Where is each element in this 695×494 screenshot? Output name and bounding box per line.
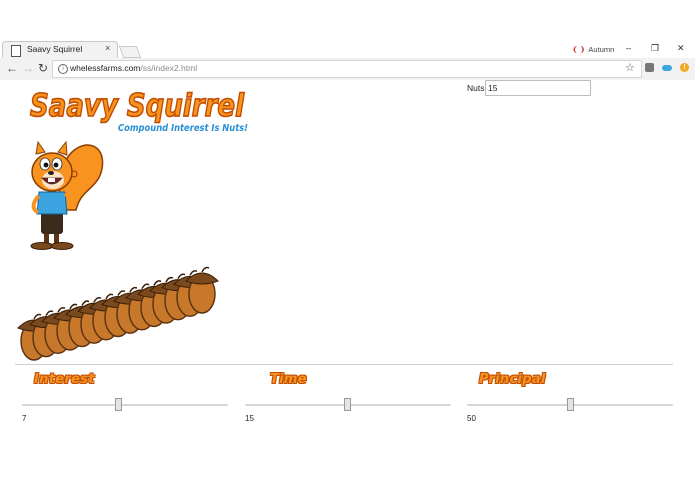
principal-title: Principal bbox=[479, 372, 546, 387]
info-icon[interactable]: i bbox=[58, 64, 68, 74]
principal-slider-thumb[interactable] bbox=[567, 398, 574, 411]
interest-slider[interactable] bbox=[22, 398, 228, 412]
time-slider-thumb[interactable] bbox=[343, 398, 351, 411]
page-icon bbox=[11, 45, 21, 57]
profile-icon: ❨❩ bbox=[572, 45, 586, 54]
time-slider[interactable] bbox=[245, 398, 451, 412]
logo: Saavy Squirrel Compound Interest Is Nuts… bbox=[29, 87, 248, 134]
nuts-label: Nuts bbox=[467, 83, 485, 93]
page-content: Saavy Squirrel Compound Interest Is Nuts… bbox=[0, 80, 695, 494]
interest-slider-thumb[interactable] bbox=[114, 398, 122, 411]
principal-value: 50 bbox=[467, 414, 476, 423]
browser-tab[interactable]: Saavy Squirrel × bbox=[2, 41, 118, 59]
url-path: /ss/index2.html bbox=[140, 63, 198, 73]
reload-icon[interactable]: ↻ bbox=[38, 61, 48, 75]
principal-slider[interactable] bbox=[467, 398, 673, 412]
address-bar[interactable]: i whelessfarms.com/ss/index2.html ☆ bbox=[52, 60, 642, 78]
nuts-input[interactable] bbox=[485, 80, 591, 96]
url-host: whelessfarms.com bbox=[70, 63, 141, 73]
time-value: 15 bbox=[245, 414, 254, 423]
browser-toolbar: ← → ↻ i whelessfarms.com/ss/index2.html … bbox=[0, 58, 695, 81]
interest-value: 7 bbox=[22, 414, 27, 423]
interest-control: Interest 7 bbox=[22, 370, 228, 423]
close-window-button[interactable]: ✕ bbox=[677, 43, 685, 54]
forward-icon[interactable]: → bbox=[22, 61, 34, 75]
back-icon[interactable]: ← bbox=[6, 61, 18, 75]
tab-close-icon[interactable]: × bbox=[105, 43, 110, 53]
profile-button[interactable]: ❨❩ Autumn bbox=[572, 45, 614, 54]
restore-button[interactable]: ❐ bbox=[651, 43, 659, 54]
alert-extension-icon[interactable]: ! bbox=[680, 63, 689, 72]
cloud-extension-icon[interactable] bbox=[662, 65, 672, 71]
browser-chrome: Saavy Squirrel × ❨❩ Autumn – ❐ ✕ ← → ↻ i … bbox=[0, 0, 695, 81]
logo-title: Saavy Squirrel bbox=[30, 88, 244, 124]
tab-strip: Saavy Squirrel × ❨❩ Autumn – ❐ ✕ bbox=[0, 0, 695, 59]
extension-icon[interactable] bbox=[645, 63, 654, 72]
minimize-button[interactable]: – bbox=[626, 43, 631, 53]
logo-subtitle: Compound Interest Is Nuts! bbox=[118, 123, 248, 134]
time-title: Time bbox=[270, 372, 307, 387]
principal-control: Principal 50 bbox=[467, 370, 673, 423]
interest-slider-track[interactable] bbox=[22, 404, 228, 406]
time-control: Time 15 bbox=[245, 370, 451, 423]
bookmark-star-icon[interactable]: ☆ bbox=[625, 61, 635, 74]
url-text: whelessfarms.com/ss/index2.html bbox=[70, 63, 197, 73]
interest-title: Interest bbox=[34, 372, 95, 387]
new-tab-button[interactable] bbox=[118, 46, 142, 58]
acorn-row bbox=[17, 266, 219, 361]
tab-title: Saavy Squirrel bbox=[27, 44, 83, 54]
squirrel-mascot bbox=[30, 140, 104, 250]
profile-name: Autumn bbox=[588, 45, 615, 54]
divider bbox=[15, 364, 673, 365]
